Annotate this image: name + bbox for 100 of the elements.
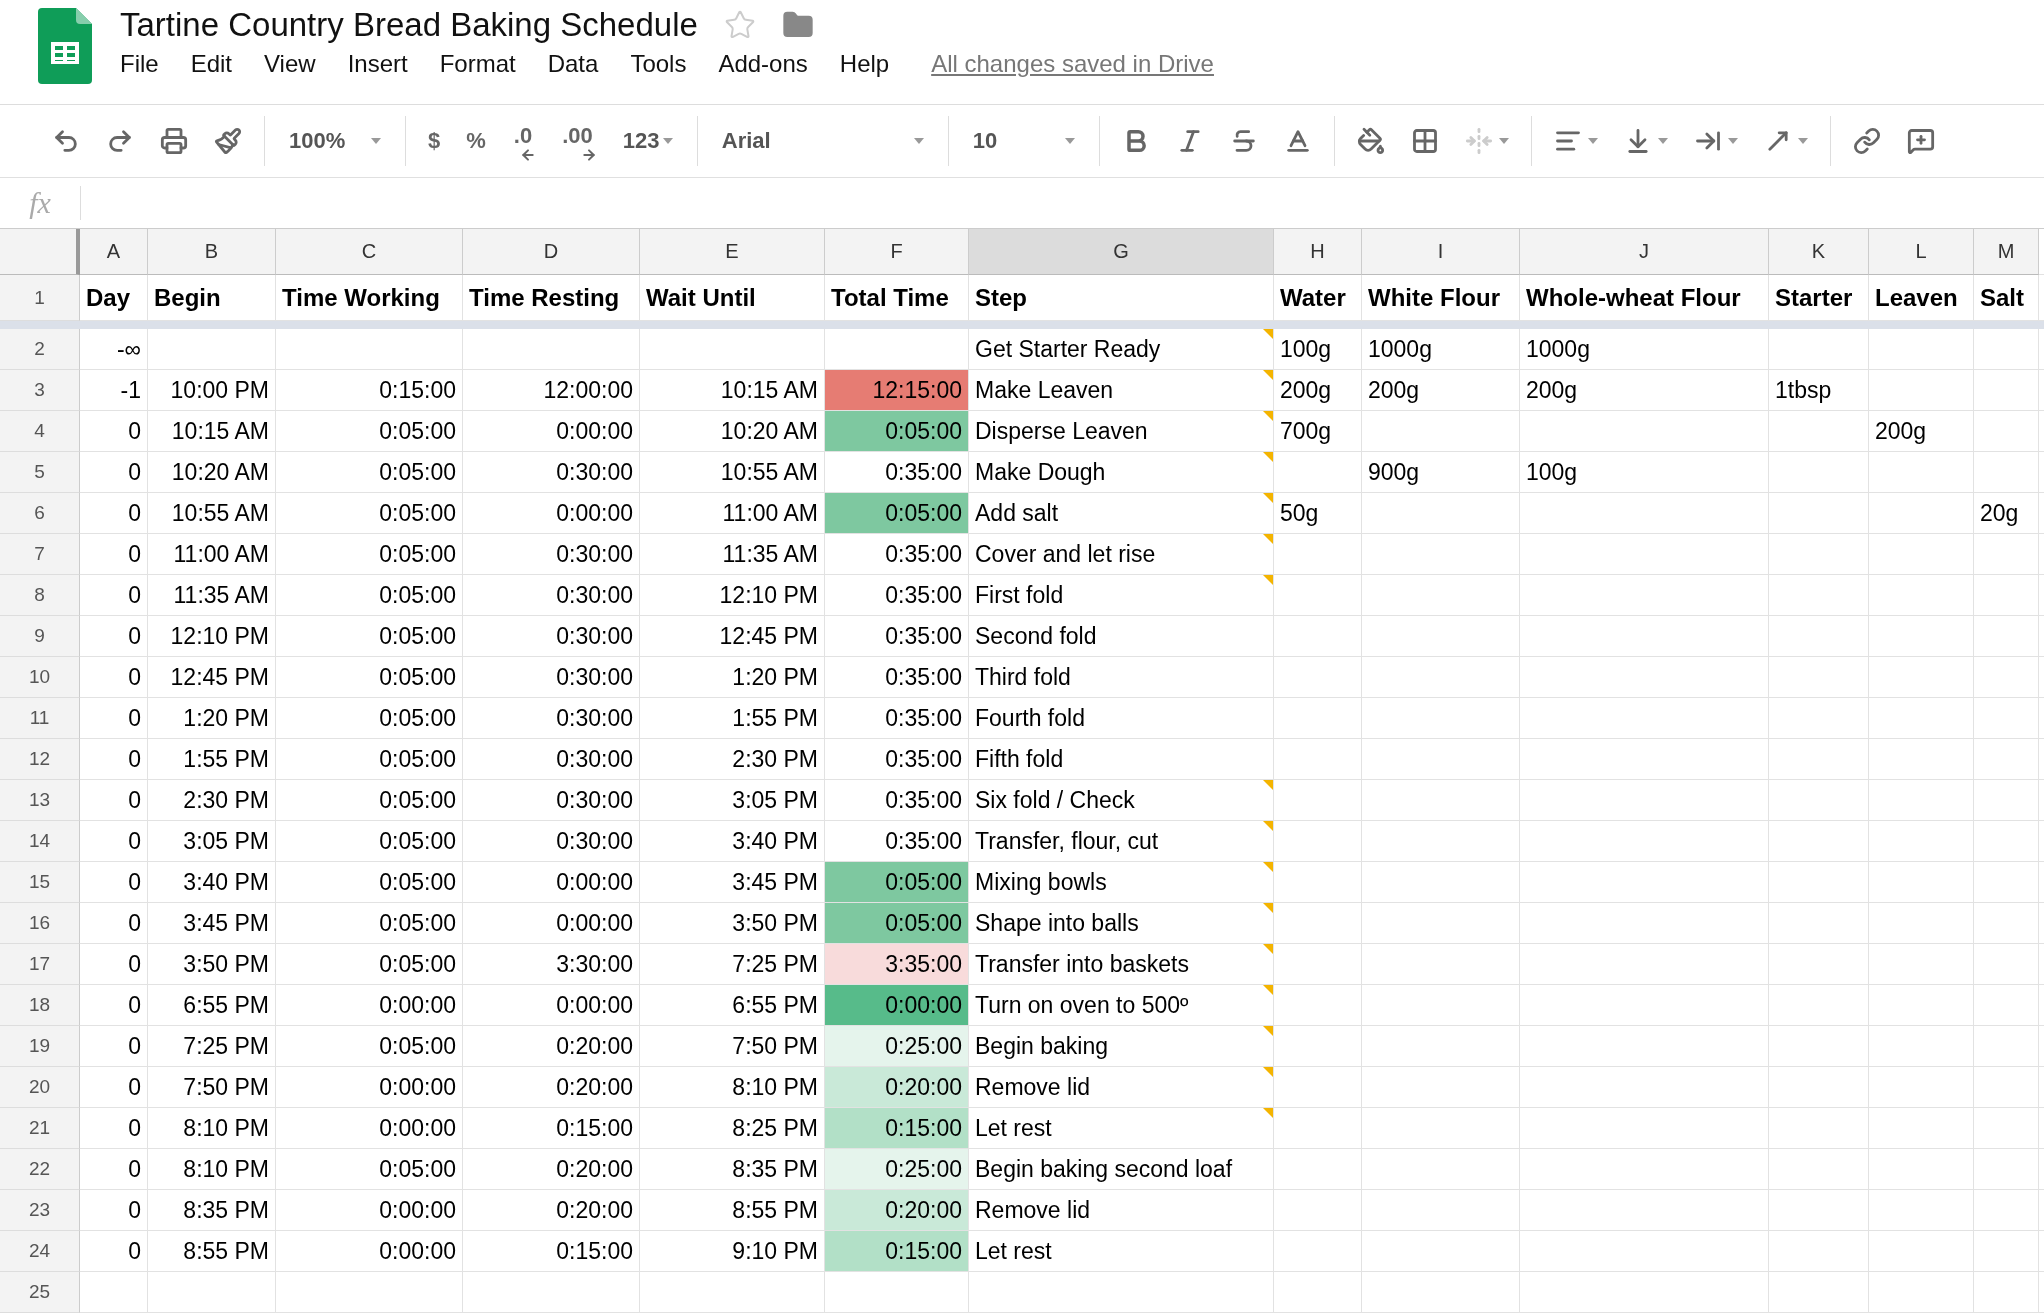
caret-icon <box>1064 138 1075 144</box>
row-number[interactable]: 14 <box>0 821 80 862</box>
paint-format-icon[interactable] <box>212 125 244 157</box>
table-cell: 0:30:00 <box>463 739 640 780</box>
document-title[interactable]: Tartine Country Bread Baking Schedule <box>120 6 698 44</box>
save-status-link[interactable]: All changes saved in Drive <box>931 50 1214 78</box>
column-header[interactable]: B <box>148 229 276 275</box>
column-header[interactable]: M <box>1974 229 2039 275</box>
select-all-corner[interactable] <box>0 229 80 275</box>
row-number[interactable]: 9 <box>0 616 80 657</box>
menu-item[interactable]: View <box>264 50 316 78</box>
row-number[interactable]: 13 <box>0 780 80 821</box>
table-cell: 0:05:00 <box>276 493 463 534</box>
column-title: Time Resting <box>463 275 640 321</box>
table-cell: 0 <box>80 1231 148 1272</box>
table-cell: 10:20 AM <box>640 411 825 452</box>
more-formats-dropdown[interactable]: 123 <box>618 126 677 156</box>
table-cell: 0:15:00 <box>825 1108 969 1149</box>
menu-item[interactable]: Insert <box>347 50 408 78</box>
zoom-dropdown[interactable]: 100% <box>285 126 385 156</box>
table-cell: 1:20 PM <box>640 657 825 698</box>
column-title: Leaven <box>1869 275 1974 321</box>
table-cell: Get Starter Ready <box>969 329 1274 370</box>
row-number[interactable]: 20 <box>0 1067 80 1108</box>
column-header[interactable]: K <box>1769 229 1869 275</box>
menu-item[interactable]: Data <box>547 50 599 78</box>
row-number[interactable]: 22 <box>0 1149 80 1190</box>
table-cell: 0:30:00 <box>463 657 640 698</box>
menu-item[interactable]: Edit <box>190 50 233 78</box>
row-number[interactable]: 19 <box>0 1026 80 1067</box>
table-cell: 6:55 PM <box>640 985 825 1026</box>
table-cell: -1 <box>80 370 148 411</box>
table-cell: 0:35:00 <box>825 534 969 575</box>
row-number[interactable]: 15 <box>0 862 80 903</box>
menu-item[interactable]: Format <box>439 50 516 78</box>
row-number[interactable]: 2 <box>0 329 80 370</box>
row-number[interactable]: 24 <box>0 1231 80 1272</box>
caret-icon <box>1797 138 1808 144</box>
decrease-decimals-button[interactable]: .0 <box>509 123 537 159</box>
font-size-dropdown[interactable]: 10 <box>968 126 1079 156</box>
row-number[interactable]: 8 <box>0 575 80 616</box>
table-cell: 0:00:00 <box>463 411 640 452</box>
column-header[interactable]: F <box>825 229 969 275</box>
font-dropdown[interactable]: Arial <box>717 126 928 156</box>
row-number[interactable]: 21 <box>0 1108 80 1149</box>
table-cell: 100g <box>1520 452 1769 493</box>
row-number[interactable]: 23 <box>0 1190 80 1231</box>
column-header[interactable]: D <box>463 229 640 275</box>
row-number[interactable]: 17 <box>0 944 80 985</box>
table-cell: 3:30:00 <box>463 944 640 985</box>
column-header[interactable]: A <box>80 229 148 275</box>
column-header[interactable]: H <box>1274 229 1362 275</box>
row-number[interactable]: 3 <box>0 370 80 411</box>
column-header[interactable]: E <box>640 229 825 275</box>
table-cell: 3:05 PM <box>148 821 276 862</box>
star-icon[interactable] <box>723 9 756 41</box>
row-number[interactable]: 10 <box>0 657 80 698</box>
column-header[interactable]: G <box>969 229 1274 275</box>
row-number[interactable]: 25 <box>0 1272 80 1313</box>
table-cell: Add salt <box>969 493 1274 534</box>
row-number[interactable]: 1 <box>0 275 80 321</box>
table-cell: Disperse Leaven <box>969 411 1274 452</box>
table-cell: 0:20:00 <box>825 1067 969 1108</box>
table-cell: 0:35:00 <box>825 821 969 862</box>
column-header[interactable]: I <box>1362 229 1520 275</box>
menu-item[interactable]: Tools <box>630 50 687 78</box>
row-number[interactable]: 11 <box>0 698 80 739</box>
menu-item[interactable]: Help <box>839 50 890 78</box>
table-cell: Six fold / Check <box>969 780 1274 821</box>
column-header[interactable]: L <box>1869 229 1974 275</box>
row-number[interactable]: 5 <box>0 452 80 493</box>
row-number[interactable]: 18 <box>0 985 80 1026</box>
table-cell: 20g <box>1974 493 2039 534</box>
table-cell: 7:25 PM <box>148 1026 276 1067</box>
table-cell: Make Dough <box>969 452 1274 493</box>
percent-button[interactable]: % <box>464 126 488 156</box>
column-title: White Flour <box>1362 275 1520 321</box>
table-cell: Transfer, flour, cut <box>969 821 1274 862</box>
table-cell: Make Leaven <box>969 370 1274 411</box>
table-cell: 0:20:00 <box>463 1149 640 1190</box>
table-cell: 0:05:00 <box>276 698 463 739</box>
menu-item[interactable]: Add-ons <box>718 50 808 78</box>
column-header[interactable]: C <box>276 229 463 275</box>
table-cell: 0:25:00 <box>825 1149 969 1190</box>
print-icon[interactable] <box>158 125 190 157</box>
table-cell: 0 <box>80 1108 148 1149</box>
row-number[interactable]: 4 <box>0 411 80 452</box>
row-number[interactable]: 7 <box>0 534 80 575</box>
column-title: Starter <box>1769 275 1869 321</box>
menu-item[interactable]: File <box>120 50 159 78</box>
row-number[interactable]: 12 <box>0 739 80 780</box>
table-cell: 0 <box>80 1026 148 1067</box>
row-number[interactable]: 6 <box>0 493 80 534</box>
table-cell: 0:35:00 <box>825 657 969 698</box>
table-cell: 0 <box>80 780 148 821</box>
table-cell: 0:20:00 <box>463 1190 640 1231</box>
currency-button[interactable]: $ <box>426 126 443 156</box>
row-number[interactable]: 16 <box>0 903 80 944</box>
column-header[interactable]: J <box>1520 229 1769 275</box>
increase-decimals-button[interactable]: .00 <box>558 123 597 159</box>
